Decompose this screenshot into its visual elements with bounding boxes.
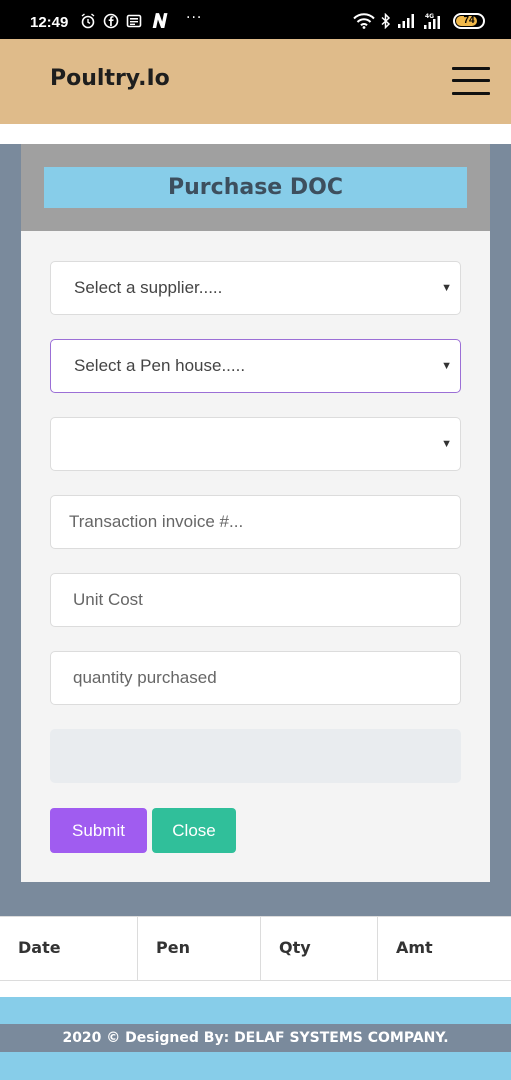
dropdown-caret-icon: ▼ bbox=[441, 438, 452, 450]
purchases-table: Date Pen Qty Amt bbox=[0, 916, 511, 981]
item-select[interactable]: ▼ bbox=[50, 417, 461, 471]
battery-icon: 74 bbox=[453, 13, 485, 29]
menu-toggle-button[interactable] bbox=[452, 65, 490, 97]
footer-band-top bbox=[0, 997, 511, 1024]
status-bar: 12:49 ··· 4G 74 bbox=[0, 0, 511, 39]
table-header-pen: Pen bbox=[138, 917, 261, 981]
invoice-number-input[interactable]: Transaction invoice #... bbox=[50, 495, 461, 549]
table-header-qty: Qty bbox=[261, 917, 378, 981]
purchase-doc-modal: Purchase DOC Select a supplier..... ▼ Se… bbox=[21, 144, 490, 882]
signal-icon bbox=[398, 14, 414, 28]
modal-title: Purchase DOC bbox=[44, 167, 467, 208]
facebook-icon bbox=[103, 13, 119, 28]
menu-icon-bar bbox=[452, 92, 490, 95]
battery-level: 74 bbox=[463, 15, 475, 26]
pen-house-select[interactable]: Select a Pen house..... ▼ bbox=[50, 339, 461, 393]
dropdown-caret-icon: ▼ bbox=[441, 282, 452, 294]
supplier-select-value: Select a supplier..... bbox=[74, 278, 223, 297]
menu-icon-bar bbox=[452, 67, 490, 70]
pen-house-select-value: Select a Pen house..... bbox=[74, 356, 246, 375]
submit-button[interactable]: Submit bbox=[50, 808, 147, 853]
wifi-icon bbox=[353, 13, 375, 29]
network-type-label: 4G bbox=[425, 13, 434, 20]
signal-4g-icon: 4G bbox=[424, 13, 440, 29]
news-icon bbox=[126, 14, 142, 27]
bluetooth-icon bbox=[381, 13, 391, 29]
total-amount-field bbox=[50, 729, 461, 783]
dropdown-caret-icon: ▼ bbox=[441, 360, 452, 372]
table-header-date: Date bbox=[0, 917, 138, 981]
unit-cost-input[interactable]: Unit Cost bbox=[50, 573, 461, 627]
brand-logo[interactable]: Poultry.Io bbox=[50, 66, 170, 91]
n-app-icon bbox=[152, 13, 168, 28]
more-notifications-icon: ··· bbox=[186, 10, 203, 26]
quantity-placeholder: quantity purchased bbox=[73, 668, 217, 687]
unit-cost-placeholder: Unit Cost bbox=[73, 590, 143, 609]
invoice-number-placeholder: Transaction invoice #... bbox=[69, 512, 244, 531]
supplier-select[interactable]: Select a supplier..... ▼ bbox=[50, 261, 461, 315]
table-header-amt: Amt bbox=[396, 938, 433, 957]
alarm-icon bbox=[81, 12, 95, 28]
close-button[interactable]: Close bbox=[152, 808, 236, 853]
footer-band-bottom bbox=[0, 1052, 511, 1080]
modal-header: Purchase DOC bbox=[21, 144, 490, 231]
navbar: Poultry.Io bbox=[0, 39, 511, 124]
status-system-icons: 4G 74 bbox=[353, 12, 485, 30]
quantity-input[interactable]: quantity purchased bbox=[50, 651, 461, 705]
status-time: 12:49 bbox=[30, 14, 69, 31]
menu-icon-bar bbox=[452, 79, 490, 82]
footer-credits: 2020 © Designed By: DELAF SYSTEMS COMPAN… bbox=[0, 1024, 511, 1052]
status-notification-icons bbox=[80, 12, 169, 29]
